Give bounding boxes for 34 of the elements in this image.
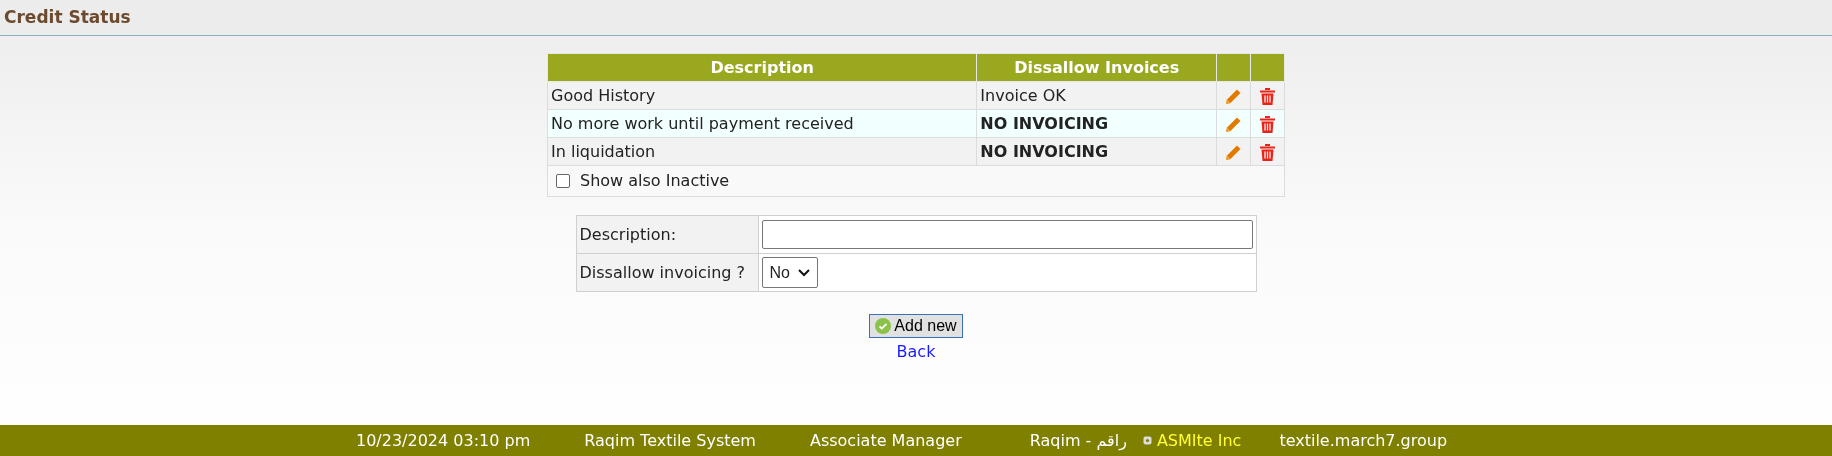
table-row[interactable]: In liquidation NO INVOICING [547,137,1285,166]
table-cell: Invoice OK [976,81,1217,110]
edit-icon[interactable] [1225,115,1243,133]
table-cell: NO INVOICING [976,137,1217,166]
edit-icon[interactable] [1225,143,1243,161]
table-row[interactable]: No more work until payment received NO INVOICING [547,109,1285,138]
company-link[interactable]: ASMIte Inc [1156,428,1242,453]
checkbox-label: Show also Inactive [580,170,730,192]
column-header: Description [547,53,977,82]
status-text: Raqim Textile System [584,429,756,452]
checkbox[interactable] [556,174,570,188]
field-label: Dissallow invoicing ? [576,253,758,292]
delete-icon[interactable] [1260,87,1275,105]
dissallow-select[interactable]: No [761,257,818,288]
check-icon [875,318,892,334]
table-cell: In liquidation [547,137,977,166]
page-title: Credit Status [4,5,131,29]
status-text: textile.march7.group [1279,429,1448,452]
field-label: Description: [576,215,758,254]
table-row[interactable]: Good History Invoice OK [547,81,1285,110]
back-link[interactable]: Back [896,340,936,364]
add-new-button[interactable]: Add new [869,314,963,338]
chevron-down-icon [797,268,810,277]
description-field[interactable] [761,220,1253,249]
column-header: Dissallow Invoices [976,53,1217,82]
table-cell: No more work until payment received [547,109,977,138]
status-text: Raqim - راقم [1029,429,1127,453]
table-cell: Good History [547,81,977,110]
delete-icon[interactable] [1260,115,1275,133]
status-text: 10/23/2024 03:10 pm [356,429,531,452]
delete-icon[interactable] [1260,143,1275,161]
edit-icon[interactable] [1225,87,1243,105]
status-text: Associate Manager [809,429,962,452]
table-cell: NO INVOICING [976,109,1217,138]
